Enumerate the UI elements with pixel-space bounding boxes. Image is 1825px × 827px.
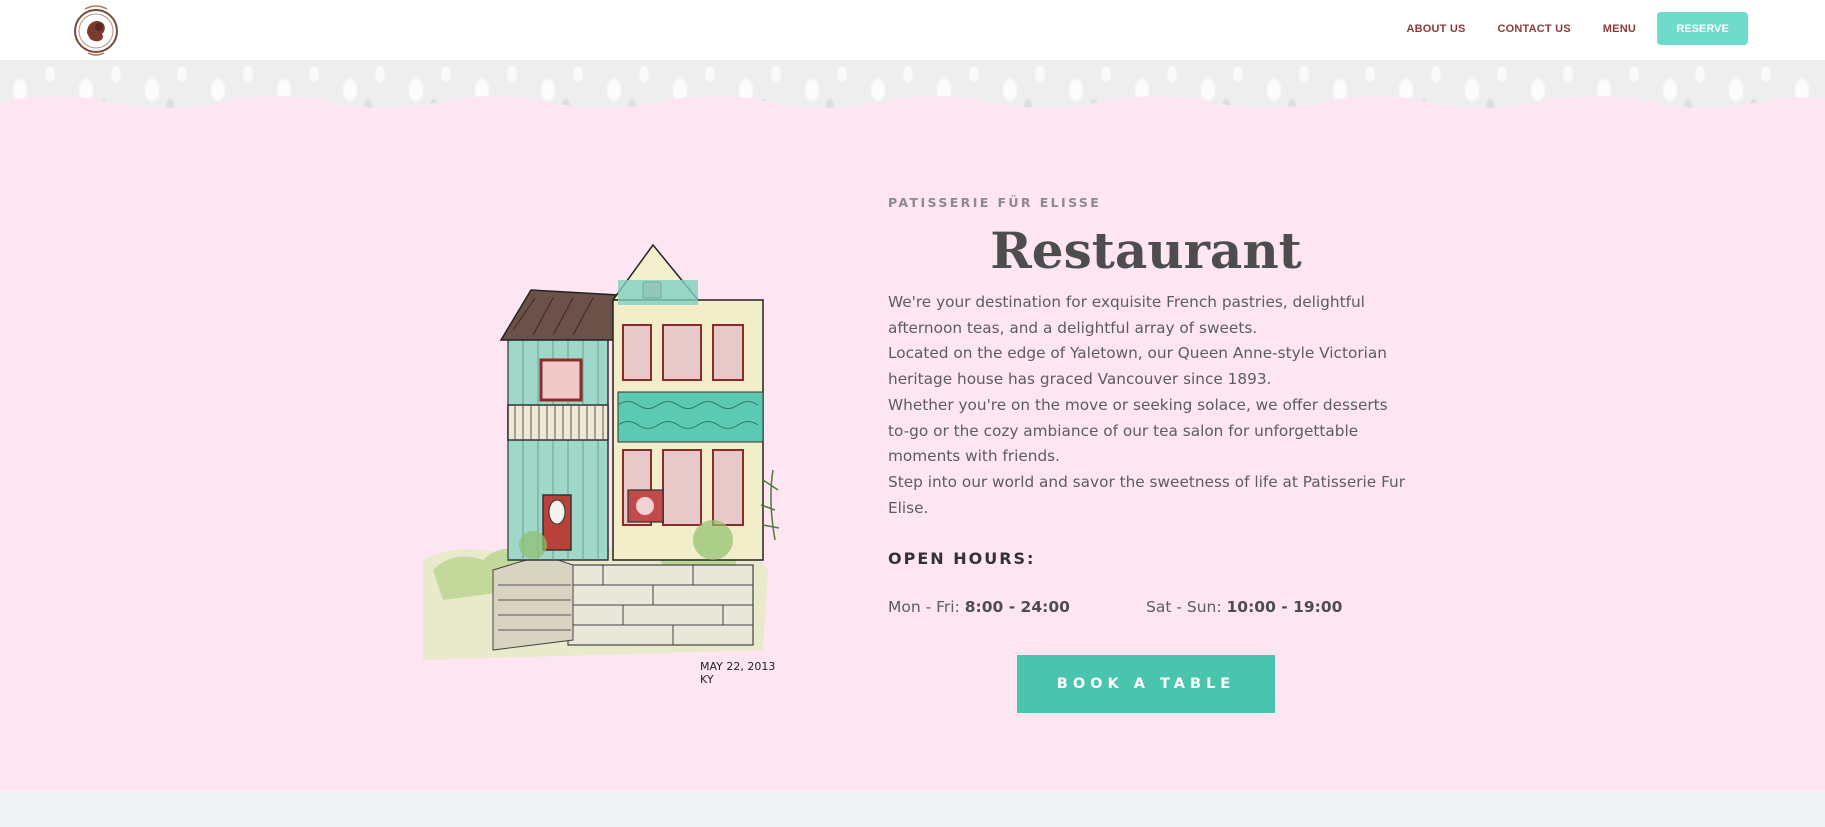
scalloped-divider: [0, 96, 1825, 130]
page-title: Restaurant: [990, 221, 1302, 280]
intro-paragraph: Located on the edge of Yaletown, our Que…: [888, 344, 1387, 389]
main-nav: ABOUT US CONTACT US MENU RESERVE: [1374, 12, 1748, 45]
victorian-house-sketch: [423, 240, 793, 686]
nav-contact-us[interactable]: CONTACT US: [1498, 23, 1571, 35]
book-a-table-button[interactable]: BOOK A TABLE: [1017, 655, 1275, 713]
intro-paragraph: Whether you're on the move or seeking so…: [888, 395, 1388, 466]
reserve-button[interactable]: RESERVE: [1657, 12, 1748, 45]
weekend-label: Sat - Sun:: [1146, 598, 1222, 616]
intro-paragraph: Step into our world and savor the sweetn…: [888, 472, 1406, 517]
nav-about-us[interactable]: ABOUT US: [1406, 23, 1465, 35]
weekday-label: Mon - Fri:: [888, 598, 960, 616]
eyebrow-label: PATISSERIE FÜR ELISSE: [888, 195, 1102, 210]
open-hours-heading: OPEN HOURS:: [888, 549, 1036, 568]
weekday-time: 8:00 - 24:00: [964, 598, 1070, 616]
intro-paragraph: We're your destination for exquisite Fre…: [888, 293, 1365, 337]
weekend-hours: Sat - Sun: 10:00 - 19:00: [1146, 598, 1342, 616]
weekend-time: 10:00 - 19:00: [1226, 598, 1343, 616]
weekday-hours: Mon - Fri: 8:00 - 24:00: [888, 598, 1070, 616]
nav-menu[interactable]: MENU: [1603, 23, 1636, 35]
sketch-signature: MAY 22, 2013 KY: [700, 660, 776, 686]
site-header: ABOUT US CONTACT US MENU RESERVE: [0, 0, 1825, 60]
brand-logo-icon[interactable]: [73, 3, 119, 57]
intro-description: We're your destination for exquisite Fre…: [888, 290, 1408, 521]
